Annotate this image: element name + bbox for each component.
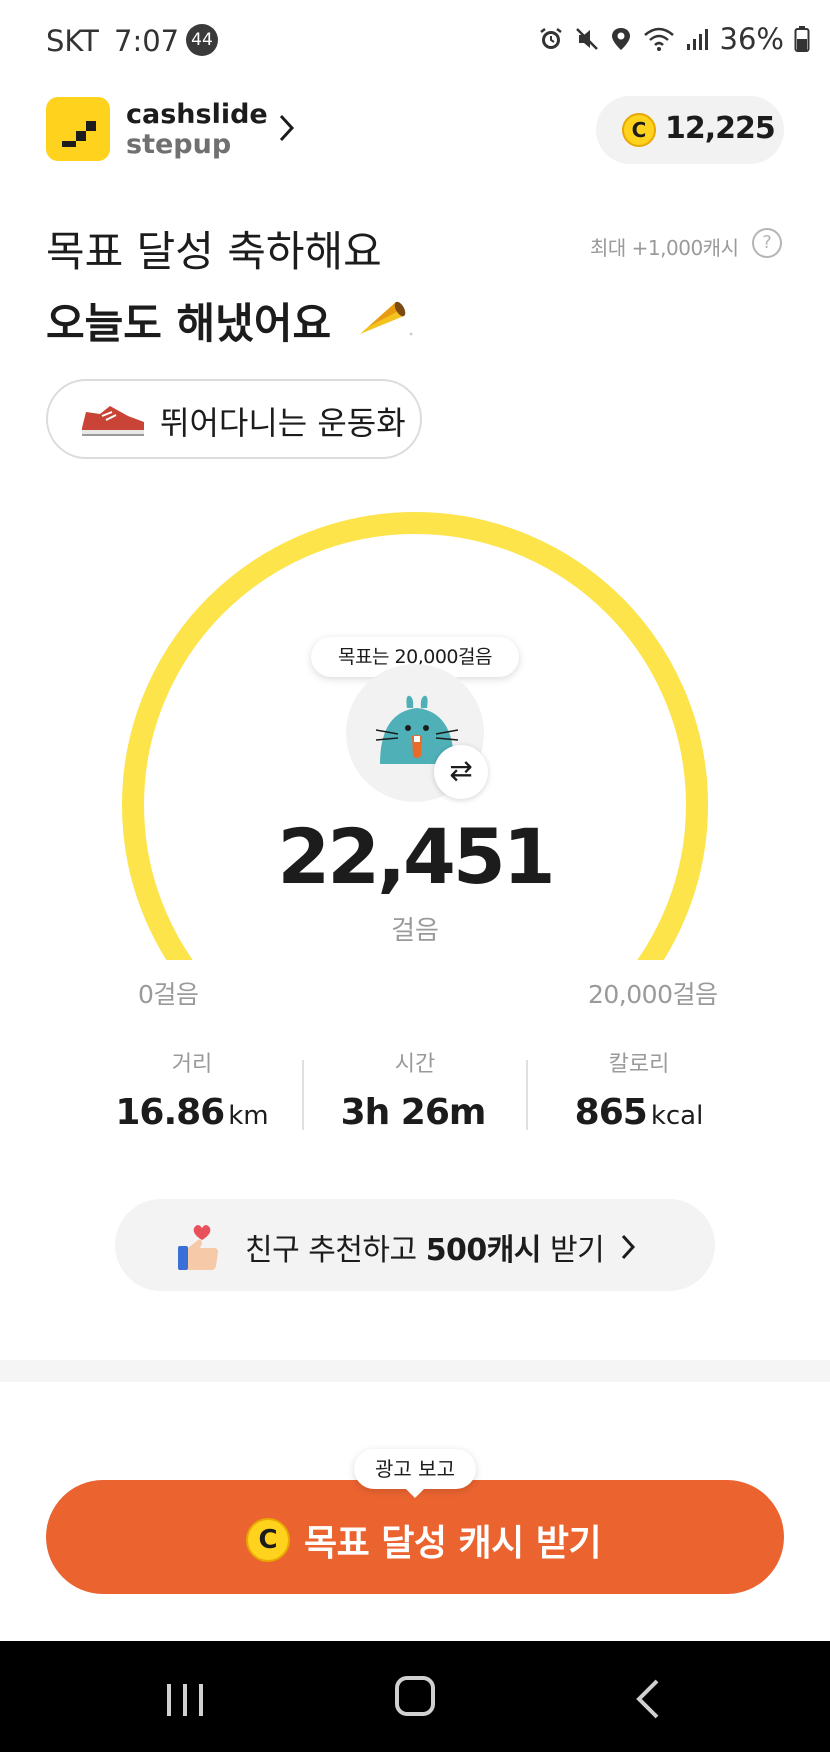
stat-time: 시간 3h 26m [303, 1046, 527, 1133]
brand-subname[interactable]: stepup [126, 129, 231, 160]
gauge-max-label: 20,000걸음 [588, 980, 718, 1009]
max-cash-note: 최대 +1,000캐시 [590, 236, 739, 260]
claim-cash-label[interactable]: 목표 달성 캐시 받기 [304, 1514, 602, 1566]
mute-icon [575, 28, 598, 50]
status-icons: 36% [538, 22, 810, 56]
stat-value: 865 [574, 1092, 648, 1133]
stat-value-wrap: 865 kcal [527, 1092, 751, 1133]
location-icon [611, 28, 630, 50]
ad-tooltip: 광고 보고 [354, 1449, 476, 1489]
invite-text[interactable]: 친구 추천하고 500캐시 받기 [245, 1225, 605, 1269]
signal-icon [686, 29, 708, 50]
help-icon[interactable]: ? [752, 228, 782, 258]
shoe-name[interactable]: 뛰어다니는 운동화 [160, 398, 406, 444]
stat-value: 3h 26m [340, 1092, 487, 1133]
back-icon[interactable] [633, 1678, 661, 1720]
stat-value-wrap: 3h 26m [303, 1092, 527, 1133]
wifi-icon [643, 27, 674, 51]
carrier-label: SKT [46, 24, 99, 58]
coin-icon: C [246, 1518, 290, 1562]
headline-congrats: 목표 달성 축하해요 [46, 227, 382, 276]
recent-apps-icon[interactable] [165, 1680, 205, 1720]
alarm-icon [539, 28, 562, 49]
ad-tooltip-tail [404, 1487, 426, 1498]
chevron-right-icon[interactable] [620, 1233, 636, 1261]
stat-label: 거리 [171, 1052, 213, 1077]
step-count: 22,451 [277, 812, 555, 901]
step-unit-label: 걸음 [391, 916, 439, 946]
chevron-right-icon[interactable] [278, 113, 296, 143]
invite-prefix: 친구 추천하고 [245, 1233, 426, 1268]
cash-balance[interactable]: 12,225 [665, 111, 776, 146]
stat-label: 시간 [394, 1052, 436, 1077]
section-divider [0, 1360, 830, 1382]
clock: 7:07 [114, 24, 180, 58]
invite-suffix: 받기 [541, 1233, 605, 1268]
invite-reward: 500캐시 [425, 1233, 542, 1268]
stat-value: 16.86 [115, 1092, 225, 1133]
brand-name[interactable]: cashslide [126, 99, 268, 130]
headline-done: 오늘도 해냈어요 [46, 299, 332, 348]
home-icon[interactable] [395, 1676, 435, 1716]
swap-arrows-icon[interactable]: ⇄ [434, 745, 488, 799]
status-bar: SKT 7:07 44 36% [0, 18, 830, 62]
party-horn-icon [360, 301, 413, 336]
notification-count-badge: 44 [186, 24, 218, 56]
stat-label: 칼로리 [608, 1052, 670, 1077]
app-logo[interactable] [46, 97, 110, 161]
stat-unit: kcal [650, 1101, 704, 1131]
stat-value-wrap: 16.86 km [80, 1092, 304, 1133]
battery-percent: 36% [719, 22, 784, 56]
logo-steps-icon [62, 121, 96, 147]
sneaker-icon [82, 406, 144, 436]
battery-icon [794, 26, 810, 52]
gauge-min-label: 0걸음 [138, 980, 199, 1009]
stat-unit: km [228, 1101, 269, 1131]
stat-distance: 거리 16.86 km [80, 1046, 304, 1133]
coin-icon: C [622, 113, 656, 147]
stat-calories: 칼로리 865 kcal [527, 1046, 751, 1133]
thumbs-up-heart-icon [178, 1225, 218, 1270]
